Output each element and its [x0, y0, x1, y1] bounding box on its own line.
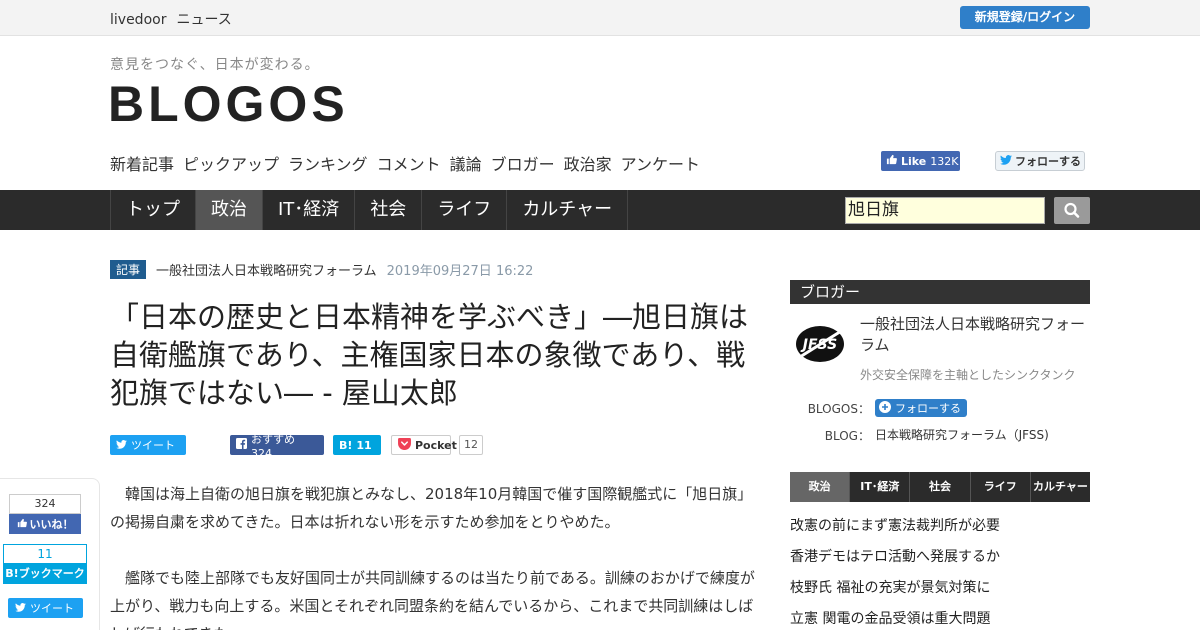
subnav-item-comment[interactable]: コメント: [377, 151, 441, 175]
ranking-item[interactable]: 立憲 関電の金品受領は重大問題: [790, 607, 1090, 630]
brand-main: livedoor: [110, 12, 167, 28]
blogger-description: 外交安全保障を主軸としたシンクタンク: [860, 368, 1076, 382]
subnav-item-new[interactable]: 新着記事: [110, 151, 174, 175]
twitter-bird-icon: [15, 602, 26, 615]
subnav-item-pickup[interactable]: ピックアップ: [183, 151, 279, 175]
fb-like-label: Like: [901, 154, 927, 168]
livedoor-news-logo[interactable]: livedoor ニュース: [110, 9, 242, 29]
article-date: 2019年09月27日 16:22: [386, 264, 534, 279]
sidebar-tab-culture[interactable]: カルチャー: [1031, 472, 1090, 502]
plus-icon: [879, 400, 891, 416]
jfss-logo-icon[interactable]: JFSS: [790, 322, 850, 367]
tweet-button[interactable]: ツイート: [110, 435, 186, 455]
sub-navigation: 新着記事 ピックアップ ランキング コメント 議論 ブロガー 政治家 アンケート: [110, 151, 700, 175]
hatena-bookmark-icon: B!: [339, 438, 353, 452]
tab-society[interactable]: 社会: [355, 190, 423, 230]
twitter-follow-button[interactable]: フォローする: [995, 151, 1085, 171]
article-body: 韓国は海上自衛の旭日旗を戦犯旗とみなし、2018年10月韓国で催す国際観艦式に「…: [110, 480, 760, 630]
floating-fb-label: いいね！: [29, 518, 74, 531]
subnav-item-politician[interactable]: 政治家: [564, 151, 612, 175]
site-tagline: 意見をつなぐ、日本が変わる。: [110, 57, 320, 73]
tab-politics[interactable]: 政治: [196, 190, 263, 230]
brand-sub: ニュース: [176, 12, 232, 28]
pocket-icon: [398, 437, 411, 453]
twitter-follow-label: フォローする: [1015, 155, 1081, 168]
search-button[interactable]: [1054, 197, 1090, 224]
tweet-label: ツイート: [131, 439, 175, 452]
follow-label: フォローする: [895, 402, 961, 415]
floating-hatena-count: 11: [3, 544, 87, 564]
blogger-name[interactable]: 一般社団法人日本戦略研究フォーラム: [860, 314, 1090, 356]
facebook-like-button[interactable]: Like 132K: [881, 151, 960, 171]
ranking-item[interactable]: 枝野氏 福祉の充実が景気対策に: [790, 576, 1090, 607]
tab-top[interactable]: トップ: [111, 190, 196, 230]
svg-text:JFSS: JFSS: [800, 337, 837, 353]
floating-fb-count: 324: [9, 494, 81, 514]
hatena-count: 11: [356, 438, 372, 452]
sidebar-ranking-list: 改憲の前にまず憲法裁判所が必要 香港デモはテロ活動へ発展するか 枝野氏 福祉の充…: [790, 514, 1090, 630]
sidebar-category-tabs: 政治 IT･経済 社会 ライフ カルチャー: [790, 472, 1090, 502]
category-tabs: トップ 政治 IT･経済 社会 ライフ カルチャー: [110, 190, 629, 230]
floating-tweet-label: ツイート: [30, 602, 74, 615]
floating-hatena-button[interactable]: B!ブックマーク: [3, 564, 87, 584]
blogos-label: BLOGOS：: [807, 402, 870, 416]
floating-fb-like[interactable]: 324 いいね！: [9, 494, 81, 534]
fb-recommend-label: おすすめ 324: [251, 432, 295, 460]
floating-fb-like-button[interactable]: いいね！: [9, 514, 81, 534]
blogos-follow-button[interactable]: フォローする: [875, 399, 967, 417]
search-input[interactable]: 旭日旗: [845, 197, 1045, 224]
pocket-label: Pocket: [415, 438, 457, 452]
floating-tweet-button[interactable]: ツイート: [8, 598, 83, 618]
blogger-section-heading: ブロガー: [790, 280, 1090, 304]
subnav-item-survey[interactable]: アンケート: [621, 151, 700, 175]
subnav-item-ranking[interactable]: ランキング: [288, 151, 368, 175]
article-tag[interactable]: 記事: [110, 260, 147, 279]
tab-it-economy[interactable]: IT･経済: [263, 190, 356, 230]
article-author[interactable]: 一般社団法人日本戦略研究フォーラム: [156, 260, 377, 279]
blog-link[interactable]: 日本戦略研究フォーラム（JFSS): [875, 426, 1049, 443]
facebook-recommend-button[interactable]: おすすめ 324: [230, 433, 324, 460]
top-bar: livedoor ニュース 新規登録/ログイン: [0, 0, 1200, 36]
twitter-bird-icon: [1000, 154, 1012, 168]
article-meta: 記事 一般社団法人日本戦略研究フォーラム 2019年09月27日 16:22: [110, 260, 533, 279]
fb-like-count: 132K: [930, 154, 959, 168]
subnav-item-debate[interactable]: 議論: [450, 151, 482, 175]
subnav-item-blogger[interactable]: ブロガー: [491, 151, 555, 175]
ranking-item[interactable]: 改憲の前にまず憲法裁判所が必要: [790, 514, 1090, 545]
pocket-button[interactable]: Pocket: [391, 435, 457, 455]
article-title: 「日本の歴史と日本精神を学ぶべき」―旭日旗は自衛艦旗であり、主権国家日本の象徴で…: [110, 300, 749, 410]
search-icon: [1054, 202, 1090, 228]
article-paragraph: 韓国は海上自衛の旭日旗を戦犯旗とみなし、2018年10月韓国で催す国際観艦式に「…: [110, 485, 753, 531]
thumbs-up-icon: [886, 154, 897, 168]
hatena-bookmark-button[interactable]: B! 11: [333, 435, 381, 455]
article-paragraph: 艦隊でも陸上部隊でも友好国同士が共同訓練するのは当たり前である。訓練のおかげで練…: [110, 569, 755, 630]
tab-culture[interactable]: カルチャー: [507, 190, 629, 230]
facebook-icon: [236, 438, 247, 452]
blog-label: BLOG：: [824, 429, 870, 443]
floating-hatena[interactable]: 11 B!ブックマーク: [3, 544, 87, 584]
sidebar-tab-society[interactable]: 社会: [910, 472, 971, 502]
sidebar-tab-politics[interactable]: 政治: [790, 472, 851, 502]
thumbs-up-icon: [17, 518, 27, 531]
blogos-logo[interactable]: BLOGOS: [108, 78, 349, 130]
sidebar-tab-life[interactable]: ライフ: [971, 472, 1031, 502]
tab-life[interactable]: ライフ: [422, 190, 508, 230]
register-login-button[interactable]: 新規登録/ログイン: [960, 6, 1090, 29]
pocket-count: 12: [459, 435, 483, 455]
twitter-bird-icon: [116, 439, 127, 452]
sidebar-tab-it-economy[interactable]: IT･経済: [850, 472, 911, 502]
ranking-item[interactable]: 香港デモはテロ活動へ発展するか: [790, 545, 1090, 576]
